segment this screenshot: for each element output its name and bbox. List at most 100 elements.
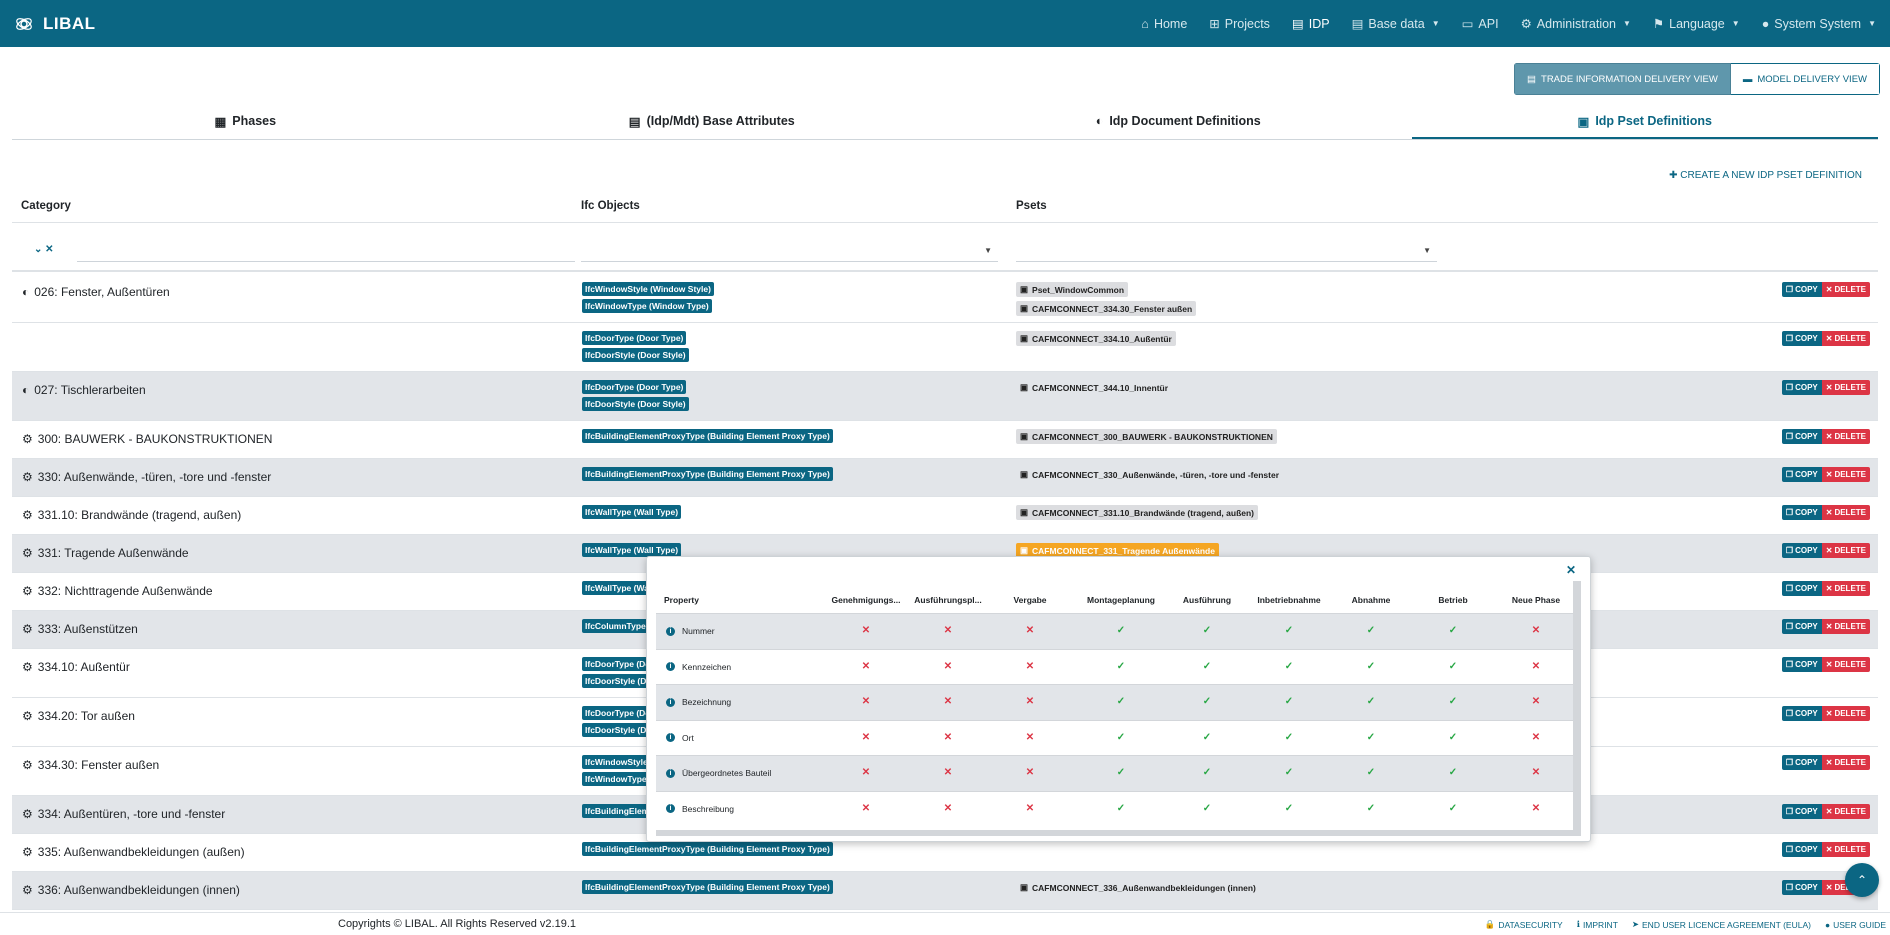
footer-link-end-user-licence-agreement-eula-[interactable]: ➤ END USER LICENCE AGREEMENT (EULA) [1632,919,1811,930]
cross-icon[interactable]: ✕ [944,696,952,707]
info-icon[interactable]: i [666,626,675,636]
check-icon[interactable]: ✓ [1367,732,1375,743]
info-icon[interactable]: i [666,733,675,742]
clear-filter-icon[interactable]: ✕ [45,244,53,255]
pset-tag[interactable]: ▣ CAFMCONNECT_331.10_Brandwände (tragend,… [1016,505,1259,520]
info-icon[interactable]: i [666,804,675,813]
cross-icon[interactable]: ✕ [1532,696,1540,707]
cross-icon[interactable]: ✕ [1026,732,1034,743]
nav-item-administration[interactable]: ⚙ Administration ▼ [1521,16,1631,32]
delete-button[interactable]: ✕DELETE [1821,467,1870,482]
delete-button[interactable]: ✕DELETE [1821,380,1870,395]
model-view-button[interactable]: ▬ MODEL DELIVERY VIEW [1730,63,1880,95]
cross-icon[interactable]: ✕ [1026,767,1034,778]
copy-button[interactable]: ❐ COPY [1781,429,1822,444]
nav-item-language[interactable]: ⚑ Language ▼ [1653,16,1740,32]
trade-view-button[interactable]: ▤ TRADE INFORMATION DELIVERY VIEW [1514,63,1731,95]
check-icon[interactable]: ✓ [1117,625,1125,636]
check-icon[interactable]: ✓ [1449,625,1457,636]
cross-icon[interactable]: ✕ [1026,625,1034,636]
check-icon[interactable]: ✓ [1285,732,1293,743]
check-icon[interactable]: ✓ [1285,661,1293,672]
check-icon[interactable]: ✓ [1117,661,1125,672]
cross-icon[interactable]: ✕ [944,767,952,778]
check-icon[interactable]: ✓ [1285,803,1293,814]
cross-icon[interactable]: ✕ [944,661,952,672]
copy-button[interactable]: ❐ COPY [1781,282,1822,297]
check-icon[interactable]: ✓ [1203,625,1211,636]
delete-button[interactable]: ✕DELETE [1821,755,1870,770]
nav-item-system-system[interactable]: ● System System ▼ [1762,17,1876,31]
check-icon[interactable]: ✓ [1285,767,1293,778]
delete-button[interactable]: ✕DELETE [1821,331,1870,346]
cross-icon[interactable]: ✕ [1532,625,1540,636]
tab-idp-pset-definitions[interactable]: ▣ Idp Pset Definitions [1411,114,1878,139]
check-icon[interactable]: ✓ [1367,696,1375,707]
tab-phases[interactable]: ▦ Phases [12,114,479,139]
check-icon[interactable]: ✓ [1367,803,1375,814]
copy-button[interactable]: ❐ COPY [1781,380,1822,395]
cross-icon[interactable]: ✕ [944,732,952,743]
copy-button[interactable]: ❐ COPY [1781,619,1822,634]
delete-button[interactable]: ✕DELETE [1821,706,1870,721]
delete-button[interactable]: ✕DELETE [1821,619,1870,634]
delete-button[interactable]: ✕DELETE [1821,657,1870,672]
pset-filter-select[interactable]: ▼ [1016,240,1437,262]
footer-link-user-guide[interactable]: ● USER GUIDE [1825,919,1886,930]
cross-icon[interactable]: ✕ [1026,661,1034,672]
ifc-filter-select[interactable]: ▼ [581,240,998,262]
nav-item-projects[interactable]: ⊞ Projects [1209,16,1270,32]
cross-icon[interactable]: ✕ [862,767,870,778]
delete-button[interactable]: ✕DELETE [1821,505,1870,520]
cross-icon[interactable]: ✕ [862,732,870,743]
copy-button[interactable]: ❐ COPY [1781,657,1822,672]
copy-button[interactable]: ❐ COPY [1781,467,1822,482]
pset-tag[interactable]: ▣ CAFMCONNECT_334.30_Fenster außen [1016,301,1197,316]
copy-button[interactable]: ❐ COPY [1781,505,1822,520]
create-pset-link[interactable]: ✚ CREATE A NEW IDP PSET DEFINITION [1669,170,1862,181]
pset-tag[interactable]: ▣ CAFMCONNECT_334.10_Außentür [1016,331,1176,346]
delete-button[interactable]: ✕DELETE [1821,429,1870,444]
info-icon[interactable]: i [666,768,675,778]
cross-icon[interactable]: ✕ [1532,661,1540,672]
check-icon[interactable]: ✓ [1449,803,1457,814]
copy-button[interactable]: ❐ COPY [1781,880,1822,895]
cross-icon[interactable]: ✕ [944,625,952,636]
pset-tag[interactable]: ▣ CAFMCONNECT_330_Außenwände, -türen, -to… [1016,467,1283,482]
pset-tag[interactable]: ▣ CAFMCONNECT_336_Außenwandbekleidungen (… [1016,880,1260,895]
delete-button[interactable]: ✕DELETE [1821,842,1870,857]
nav-item-idp[interactable]: ▤ IDP [1292,16,1330,32]
check-icon[interactable]: ✓ [1117,767,1125,778]
footer-link-datasecurity[interactable]: 🔒 DATASECURITY [1485,919,1563,930]
check-icon[interactable]: ✓ [1203,767,1211,778]
info-icon[interactable]: i [666,697,675,707]
pset-tag[interactable]: ▣ Pset_WindowCommon [1016,282,1129,297]
check-icon[interactable]: ✓ [1203,803,1211,814]
check-icon[interactable]: ✓ [1285,696,1293,707]
check-icon[interactable]: ✓ [1449,732,1457,743]
category-filter-input[interactable] [77,240,575,262]
category-filter-toggle[interactable]: ⌄ ✕ [34,244,54,255]
scroll-top-button[interactable]: ⌃ [1845,863,1879,897]
check-icon[interactable]: ✓ [1449,661,1457,672]
check-icon[interactable]: ✓ [1449,696,1457,707]
check-icon[interactable]: ✓ [1203,661,1211,672]
cross-icon[interactable]: ✕ [1532,803,1540,814]
pset-tag[interactable]: ▣ CAFMCONNECT_300_BAUWERK - BAUKONSTRUKTI… [1016,429,1277,444]
check-icon[interactable]: ✓ [1367,625,1375,636]
pset-tag[interactable]: ▣ CAFMCONNECT_344.10_Innentür [1016,380,1172,395]
nav-item-api[interactable]: ▭ API [1462,16,1499,32]
nav-item-base-data[interactable]: ▤ Base data ▼ [1352,16,1440,32]
copy-button[interactable]: ❐ COPY [1781,804,1822,819]
delete-button[interactable]: ✕DELETE [1821,282,1870,297]
cross-icon[interactable]: ✕ [862,661,870,672]
check-icon[interactable]: ✓ [1203,732,1211,743]
check-icon[interactable]: ✓ [1449,767,1457,778]
copy-button[interactable]: ❐ COPY [1781,755,1822,770]
delete-button[interactable]: ✕DELETE [1821,804,1870,819]
check-icon[interactable]: ✓ [1367,661,1375,672]
cross-icon[interactable]: ✕ [1532,767,1540,778]
cross-icon[interactable]: ✕ [862,803,870,814]
close-icon[interactable]: ✕ [1566,563,1576,577]
cross-icon[interactable]: ✕ [1532,732,1540,743]
